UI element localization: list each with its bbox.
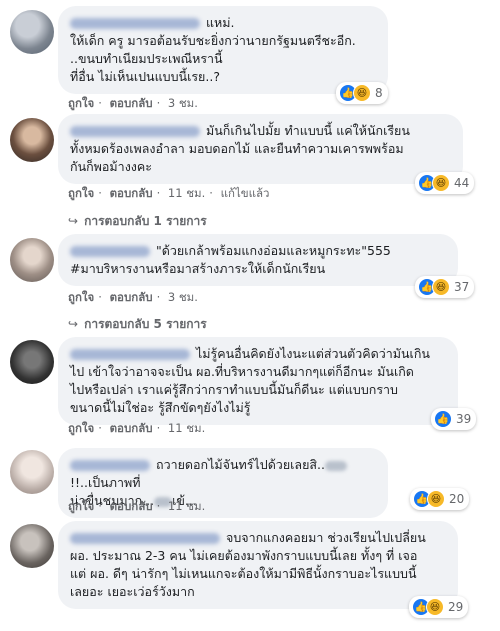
commenter-name[interactable] [70, 246, 150, 257]
reaction-summary[interactable]: 👍 😆 8 [336, 82, 388, 104]
laughing-emoji-icon: 😆 [427, 490, 445, 508]
view-replies[interactable]: ↪ การตอบกลับ 5 รายการ [68, 315, 207, 334]
comment-bubble: แหม่. ให้เด็ก ครู มารอต้อนรับชะยิ่งกว่าน… [58, 6, 388, 94]
commenter-name[interactable] [70, 18, 200, 29]
timestamp[interactable]: 11 ชม. [168, 499, 205, 513]
view-replies[interactable]: ↪ การตอบกลับ 1 รายการ [68, 212, 207, 231]
reaction-summary[interactable]: 👍 39 [431, 408, 477, 430]
comment-bubble: มันก็เกินไปมั้ย ทำแบบนี้ แค่ให้นักเรียน … [58, 114, 463, 184]
timestamp[interactable]: 3 ชม. [168, 96, 198, 110]
reaction-count: 8 [375, 86, 383, 100]
reply-arrow-icon: ↪ [68, 214, 79, 228]
avatar[interactable] [10, 524, 54, 568]
comment-meta: ถูกใจ · ตอบกลับ · 11 ชม. · แก้ไขแล้ว [68, 186, 270, 200]
reaction-count: 29 [448, 600, 464, 614]
like-link[interactable]: ถูกใจ [68, 421, 94, 435]
reply-link[interactable]: ตอบกลับ [110, 290, 153, 304]
comment-text: ถวายดอกไม้จันทร์ไปด้วยเลยสิ.. [156, 457, 325, 472]
laughing-emoji-icon: 😆 [432, 174, 450, 192]
comment-meta: ถูกใจ · ตอบกลับ · 11 ชม. [68, 421, 206, 435]
reply-link[interactable]: ตอบกลับ [110, 499, 153, 513]
timestamp[interactable]: 11 ชม. [168, 421, 205, 435]
comment-bubble: จบจากแกงคอยมา ช่วงเรียนไปเปลี่ยน ผอ. ประ… [58, 521, 458, 609]
like-link[interactable]: ถูกใจ [68, 290, 94, 304]
avatar[interactable] [10, 238, 54, 282]
laughing-emoji-icon: 😆 [432, 278, 450, 296]
comment-bubble: ไม่รู้คนอื่นคิดยังไงนะแต่ส่วนตัวคิดว่ามั… [58, 337, 458, 425]
avatar[interactable] [10, 118, 54, 162]
comment-meta: ถูกใจ · ตอบกลับ · 3 ชม. [68, 96, 198, 110]
reaction-summary[interactable]: 👍 😆 20 [410, 488, 470, 510]
reaction-count: 44 [454, 176, 470, 190]
reply-link[interactable]: ตอบกลับ [110, 186, 153, 200]
timestamp[interactable]: 3 ชม. [168, 290, 198, 304]
avatar[interactable] [10, 450, 54, 494]
reaction-count: 20 [449, 492, 465, 506]
reaction-count: 37 [454, 280, 470, 294]
reply-link[interactable]: ตอบกลับ [110, 421, 153, 435]
reaction-summary[interactable]: 👍 😆 37 [415, 276, 475, 298]
redacted-text [325, 460, 347, 471]
like-link[interactable]: ถูกใจ [68, 96, 94, 110]
avatar[interactable] [10, 340, 54, 384]
reaction-summary[interactable]: 👍 😆 29 [409, 596, 469, 618]
comment-bubble: "ด้วยเกล้าพร้อมแกงอ่อมและหมูกระทะ"555 #ม… [58, 234, 458, 286]
commenter-name[interactable] [70, 533, 220, 544]
comment-meta: ถูกใจ · ตอบกลับ · 3 ชม. [68, 290, 198, 304]
reaction-summary[interactable]: 👍 😆 44 [415, 172, 475, 194]
reply-arrow-icon: ↪ [68, 317, 79, 331]
like-link[interactable]: ถูกใจ [68, 186, 94, 200]
edited-label[interactable]: แก้ไขแล้ว [221, 186, 270, 200]
like-link[interactable]: ถูกใจ [68, 499, 94, 513]
commenter-name[interactable] [70, 460, 150, 471]
reaction-count: 39 [456, 412, 472, 426]
comment-meta: ถูกใจ · ตอบกลับ · 11 ชม. [68, 499, 206, 513]
laughing-emoji-icon: 😆 [426, 598, 444, 616]
thumbs-up-icon: 👍 [434, 410, 452, 428]
avatar[interactable] [10, 10, 54, 54]
laughing-emoji-icon: 😆 [353, 84, 371, 102]
commenter-name[interactable] [70, 126, 200, 137]
timestamp[interactable]: 11 ชม. [168, 186, 205, 200]
commenter-name[interactable] [70, 349, 190, 360]
reply-link[interactable]: ตอบกลับ [110, 96, 153, 110]
